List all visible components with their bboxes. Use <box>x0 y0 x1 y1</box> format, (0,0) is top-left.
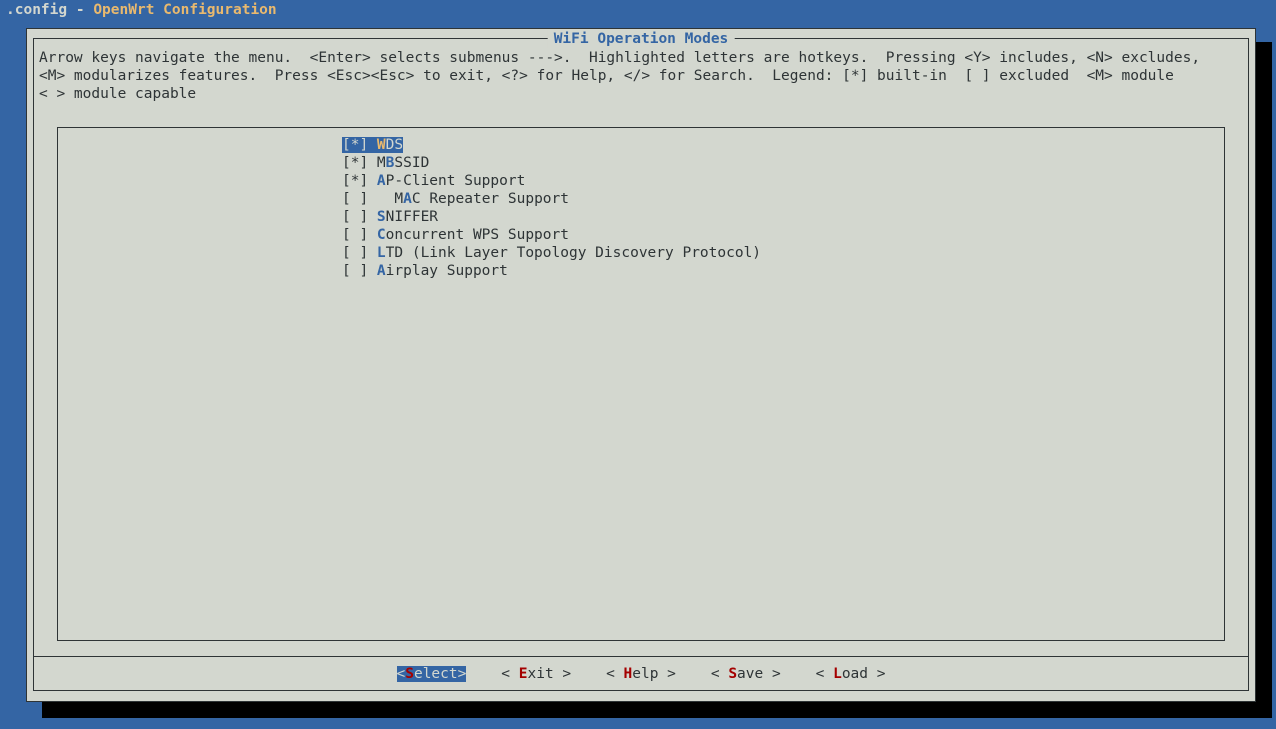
menu-item-5[interactable]: [ ] Concurrent WPS Support <box>342 226 761 244</box>
menu-item-2[interactable]: [*] AP-Client Support <box>342 172 761 190</box>
button-bar: <Select> < Exit > < Help > < Save > < Lo… <box>27 665 1255 683</box>
exit-button[interactable]: < Exit > <box>501 666 571 682</box>
menu-item-1[interactable]: [*] MBSSID <box>342 154 761 172</box>
select-button[interactable]: <Select> <box>397 666 467 682</box>
menu-frame: [*] WDS[*] MBSSID[*] AP-Client Support[ … <box>57 127 1225 641</box>
menu-item-7[interactable]: [ ] Airplay Support <box>342 262 761 280</box>
terminal-background: WiFi Operation Modes Arrow keys navigate… <box>0 20 1276 729</box>
help-text: Arrow keys navigate the menu. <Enter> se… <box>39 49 1243 103</box>
menu-item-0[interactable]: [*] WDS <box>342 136 761 154</box>
menu-item-4[interactable]: [ ] SNIFFER <box>342 208 761 226</box>
separator-line <box>33 656 1249 657</box>
outer-frame-bottom <box>33 690 1249 691</box>
menu-list[interactable]: [*] WDS[*] MBSSID[*] AP-Client Support[ … <box>342 136 761 280</box>
window-title-bar: .config - OpenWrt Configuration <box>0 0 1276 20</box>
save-button[interactable]: < Save > <box>711 666 781 682</box>
menu-item-3[interactable]: [ ] MAC Repeater Support <box>342 190 761 208</box>
dialog-title: WiFi Operation Modes <box>548 30 735 48</box>
dialog-panel: WiFi Operation Modes Arrow keys navigate… <box>26 28 1256 702</box>
menu-item-6[interactable]: [ ] LTD (Link Layer Topology Discovery P… <box>342 244 761 262</box>
title-prefix: .config - <box>6 2 93 18</box>
load-button[interactable]: < Load > <box>816 666 886 682</box>
title-highlight: OpenWrt Configuration <box>93 2 276 18</box>
help-button[interactable]: < Help > <box>606 666 676 682</box>
